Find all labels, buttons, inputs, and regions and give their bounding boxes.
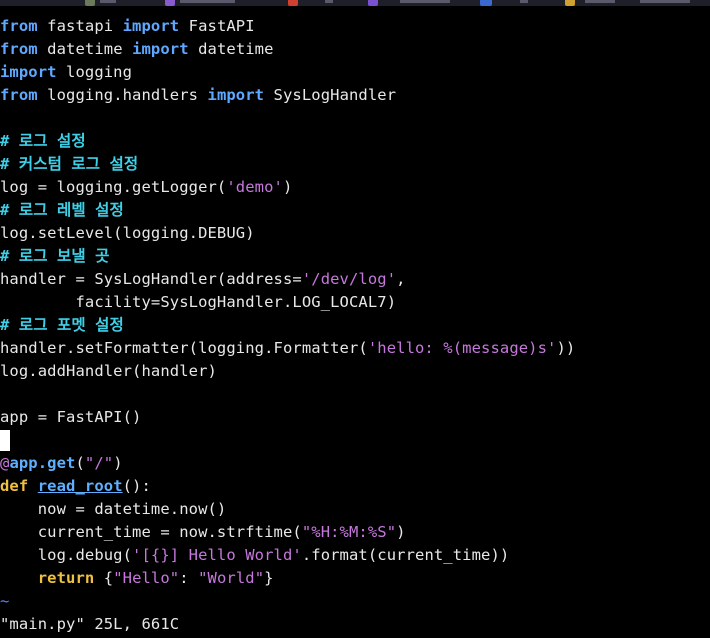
code-text: .format(current_time)) xyxy=(301,546,510,564)
code-text: log.addHandler(handler) xyxy=(0,362,217,380)
code-line-6: # 로그 설정 xyxy=(0,130,710,153)
code-text: (): xyxy=(122,477,151,495)
code-text: { xyxy=(94,569,114,587)
code-text: ( xyxy=(75,454,85,472)
code-line-18: app = FastAPI() xyxy=(0,406,710,429)
string-literal: '/dev/log' xyxy=(301,270,397,288)
keyword: import xyxy=(207,86,265,104)
string-literal: 'demo' xyxy=(226,178,283,196)
code-text: log.debug( xyxy=(0,546,133,564)
taskbar-strip xyxy=(0,0,710,6)
vim-status-line: "main.py" 25L, 661C xyxy=(0,613,710,636)
code-text: facility=SysLogHandler.LOG_LOCAL7) xyxy=(0,293,397,311)
keyword: from xyxy=(0,86,38,104)
code-line-9: # 로그 레벨 설정 xyxy=(0,199,710,222)
empty-line-tilde: ~ xyxy=(0,592,10,610)
keyword: return xyxy=(37,569,95,587)
code-line-10: log.setLevel(logging.DEBUG) xyxy=(0,222,710,245)
code-line-22: now = datetime.now() xyxy=(0,498,710,521)
code-line-21: def read_root(): xyxy=(0,475,710,498)
code-line-8: log = logging.getLogger('demo') xyxy=(0,176,710,199)
comment: # 로그 레벨 설정 xyxy=(0,201,124,219)
string-literal: "/" xyxy=(84,454,114,472)
code-line-14: # 로그 포멧 설정 xyxy=(0,314,710,337)
code-text: )) xyxy=(556,339,576,357)
comment: # 커스텀 로그 설정 xyxy=(0,155,139,173)
string-literal: "Hello" xyxy=(113,569,180,587)
code-line-11: # 로그 보낼 곳 xyxy=(0,245,710,268)
text-cursor xyxy=(0,430,10,451)
code-text: FastAPI xyxy=(179,17,255,35)
keyword: def xyxy=(0,477,29,495)
code-line-13: facility=SysLogHandler.LOG_LOCAL7) xyxy=(0,291,710,314)
string-literal: "World" xyxy=(198,569,265,587)
decorator-name: app.get xyxy=(9,454,76,472)
app-icon-5[interactable] xyxy=(480,0,492,6)
code-text: logging.handlers xyxy=(37,86,208,104)
status-filename: "main.py" xyxy=(0,615,85,633)
comment: # 로그 포멧 설정 xyxy=(0,316,124,334)
code-text: } xyxy=(264,569,274,587)
taskbar-label-1 xyxy=(100,0,116,3)
taskbar-label-5 xyxy=(520,0,528,3)
taskbar-label-7 xyxy=(640,0,690,3)
code-text: log.setLevel(logging.DEBUG) xyxy=(0,224,255,242)
app-icon-2[interactable] xyxy=(165,0,175,6)
code-text: app = FastAPI() xyxy=(0,408,142,426)
code-line-7: # 커스텀 로그 설정 xyxy=(0,153,710,176)
string-literal: "%H:%M:%S" xyxy=(301,523,397,541)
taskbar-label-6 xyxy=(585,0,615,3)
code-text: now = datetime.now() xyxy=(0,500,227,518)
keyword: from xyxy=(0,17,38,35)
vim-editor[interactable]: from fastapi import FastAPI from datetim… xyxy=(0,15,710,636)
code-text: ) xyxy=(396,523,406,541)
taskbar-label-3 xyxy=(325,0,333,3)
keyword: from xyxy=(0,40,38,58)
code-text: : xyxy=(179,569,199,587)
code-line-20: @app.get("/") xyxy=(0,452,710,475)
code-line-12: handler = SysLogHandler(address='/dev/lo… xyxy=(0,268,710,291)
code-text: ) xyxy=(113,454,123,472)
code-line-19 xyxy=(0,429,710,452)
code-line-16: log.addHandler(handler) xyxy=(0,360,710,383)
code-text: log = logging.getLogger( xyxy=(0,178,227,196)
string-literal: '[{}] Hello World' xyxy=(132,546,302,564)
code-line-25: return {"Hello": "World"} xyxy=(0,567,710,590)
code-line-3: import logging xyxy=(0,61,710,84)
code-text: current_time = now.strftime( xyxy=(0,523,302,541)
keyword: import xyxy=(0,63,57,81)
code-text: logging xyxy=(56,63,133,81)
code-text: SysLogHandler xyxy=(264,86,397,104)
string-literal: 'hello: %(message)s' xyxy=(367,339,557,357)
code-text: datetime xyxy=(37,40,133,58)
taskbar-label-4 xyxy=(400,0,450,3)
code-line-24: log.debug('[{}] Hello World'.format(curr… xyxy=(0,544,710,567)
keyword: import xyxy=(122,17,180,35)
taskbar-label-2 xyxy=(180,0,235,3)
code-text: handler.setFormatter(logging.Formatter( xyxy=(0,339,368,357)
code-text: handler = SysLogHandler(address= xyxy=(0,270,302,288)
app-icon-1[interactable] xyxy=(85,0,95,6)
code-line-23: current_time = now.strftime("%H:%M:%S") xyxy=(0,521,710,544)
code-text: ) xyxy=(282,178,293,196)
code-line-2: from datetime import datetime xyxy=(0,38,710,61)
code-line-4: from logging.handlers import SysLogHandl… xyxy=(0,84,710,107)
code-line-15: handler.setFormatter(logging.Formatter('… xyxy=(0,337,710,360)
app-icon-3[interactable] xyxy=(288,0,298,6)
code-line-1: from fastapi import FastAPI xyxy=(0,15,710,38)
code-text: datetime xyxy=(188,40,274,58)
comment: # 로그 설정 xyxy=(0,132,86,150)
code-text: fastapi xyxy=(37,17,123,35)
app-icon-6[interactable] xyxy=(565,0,575,6)
keyword: import xyxy=(132,40,189,58)
function-name: read_root xyxy=(37,477,123,495)
comment: # 로그 보낼 곳 xyxy=(0,247,110,265)
code-text: , xyxy=(396,270,406,288)
app-icon-4[interactable] xyxy=(368,0,378,6)
status-info: 25L, 661C xyxy=(84,615,180,633)
